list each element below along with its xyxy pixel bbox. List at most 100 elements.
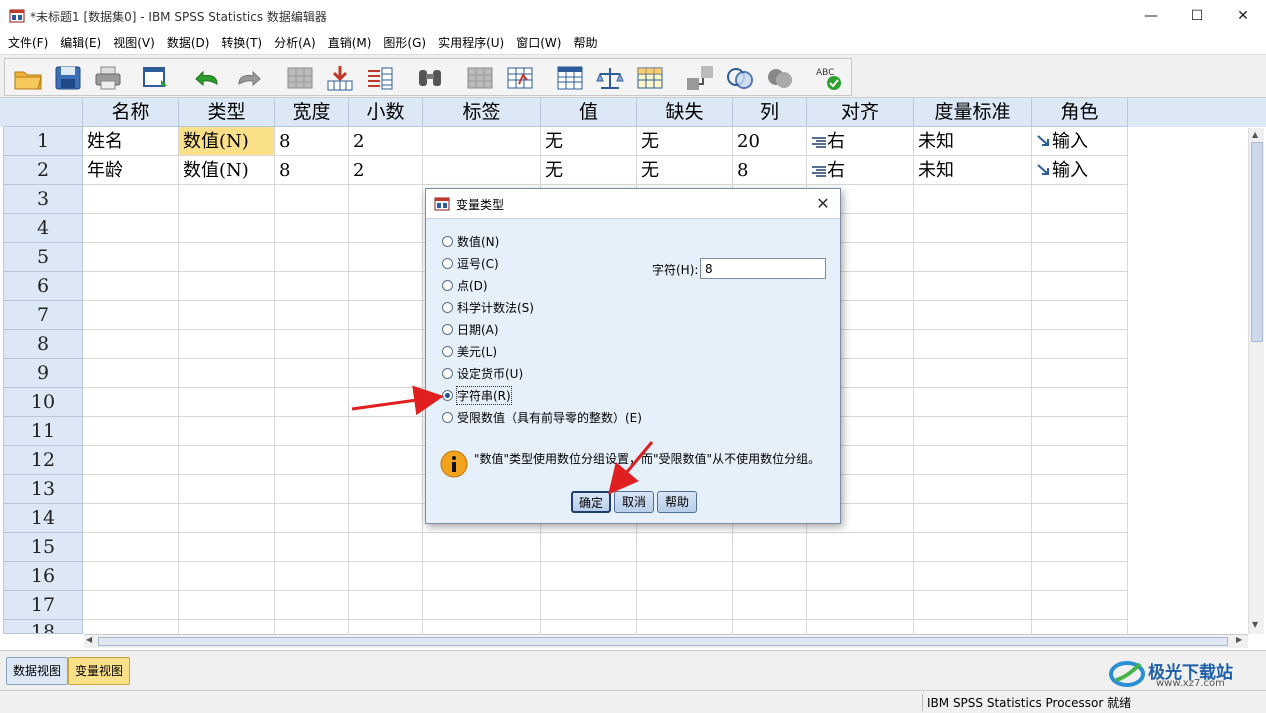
horizontal-scrollbar[interactable]: ◀ ▶ (84, 634, 1248, 648)
radio-circle[interactable] (442, 279, 453, 291)
dialog-close-button[interactable]: ✕ (812, 193, 834, 215)
radio-circle[interactable] (442, 367, 453, 379)
row-header[interactable]: 8 (3, 330, 83, 359)
redo-icon[interactable] (233, 64, 263, 92)
menu-graphs[interactable]: 图形(G) (377, 33, 432, 53)
radio-circle[interactable] (442, 235, 453, 247)
find-icon[interactable] (415, 64, 445, 92)
dialog-recall-icon[interactable] (141, 64, 171, 92)
row-header[interactable]: 2 (3, 156, 83, 185)
goto-case-icon[interactable] (285, 64, 315, 92)
cell-name[interactable]: 姓名 (83, 127, 179, 156)
row-header[interactable]: 13 (3, 475, 83, 504)
cell-type[interactable]: 数值(N) (179, 127, 275, 156)
vertical-scrollbar[interactable]: ▲ ▼ (1248, 128, 1264, 634)
close-window-button[interactable]: ✕ (1220, 0, 1266, 32)
cell-values[interactable]: 无 (541, 156, 637, 185)
column-header-align[interactable]: 对齐 (807, 98, 914, 127)
column-header-decimals[interactable]: 小数 (349, 98, 423, 127)
row-header[interactable]: 4 (3, 214, 83, 243)
maximize-button[interactable]: ☐ (1174, 0, 1220, 32)
scroll-left-icon[interactable]: ◀ (86, 635, 92, 644)
row-header[interactable]: 10 (3, 388, 83, 417)
cell-label[interactable] (423, 156, 541, 185)
cell-columns[interactable]: 8 (733, 156, 807, 185)
cell-type[interactable]: 数值(N) (179, 156, 275, 185)
radio-dot[interactable]: 点(D) (442, 276, 488, 294)
radio-circle[interactable] (442, 323, 453, 335)
goto-variable-icon[interactable] (325, 64, 355, 92)
cell-decimals[interactable]: 2 (349, 156, 423, 185)
radio-scientific[interactable]: 科学计数法(S) (442, 298, 534, 316)
cell-width[interactable]: 8 (275, 127, 349, 156)
menu-edit[interactable]: 编辑(E) (54, 33, 107, 53)
cell-measure[interactable]: 未知 (914, 156, 1032, 185)
ok-button[interactable]: 确定 (571, 491, 611, 513)
row-header[interactable]: 6 (3, 272, 83, 301)
row-header[interactable]: 18 (3, 620, 83, 634)
tab-data-view[interactable]: 数据视图 (6, 657, 69, 685)
row-header[interactable]: 9 (3, 359, 83, 388)
scroll-right-icon[interactable]: ▶ (1236, 635, 1242, 644)
variables-icon[interactable] (365, 64, 395, 92)
row-header[interactable]: 3 (3, 185, 83, 214)
column-header-width[interactable]: 宽度 (275, 98, 349, 127)
horizontal-scroll-thumb[interactable] (98, 637, 1228, 646)
select-cases-icon[interactable] (635, 64, 665, 92)
spell-check-icon[interactable]: ABC (813, 64, 843, 92)
menu-view[interactable]: 视图(V) (107, 33, 161, 53)
insert-variable-icon[interactable] (505, 64, 535, 92)
row-header[interactable]: 5 (3, 243, 83, 272)
radio-circle[interactable] (442, 411, 453, 423)
cancel-button[interactable]: 取消 (614, 491, 654, 513)
cell-columns[interactable]: 20 (733, 127, 807, 156)
vertical-scroll-thumb[interactable] (1251, 142, 1263, 342)
column-header-type[interactable]: 类型 (179, 98, 275, 127)
cell-width[interactable]: 8 (275, 156, 349, 185)
column-header-values[interactable]: 值 (541, 98, 637, 127)
row-header[interactable]: 14 (3, 504, 83, 533)
corner-cell[interactable] (3, 98, 83, 127)
row-header[interactable]: 16 (3, 562, 83, 591)
row-header[interactable]: 7 (3, 301, 83, 330)
cell-align[interactable]: 右 (807, 156, 914, 185)
show-all-variables-icon[interactable] (765, 64, 795, 92)
column-header-label[interactable]: 标签 (423, 98, 541, 127)
save-icon[interactable] (53, 64, 83, 92)
radio-custom-currency[interactable]: 设定货币(U) (442, 364, 523, 382)
use-sets-icon[interactable] (725, 64, 755, 92)
radio-numeric[interactable]: 数值(N) (442, 232, 499, 250)
cell-label[interactable] (423, 127, 541, 156)
cell-missing[interactable]: 无 (637, 156, 733, 185)
cell-missing[interactable]: 无 (637, 127, 733, 156)
cell-decimals[interactable]: 2 (349, 127, 423, 156)
undo-icon[interactable] (193, 64, 223, 92)
tab-variable-view[interactable]: 变量视图 (68, 657, 131, 685)
cell-role[interactable]: 输入 (1032, 127, 1128, 156)
row-header[interactable]: 1 (3, 127, 83, 156)
help-button[interactable]: 帮助 (657, 491, 697, 513)
row-header[interactable]: 15 (3, 533, 83, 562)
insert-cases-icon[interactable] (465, 64, 495, 92)
menu-help[interactable]: 帮助 (567, 33, 603, 53)
cell-align[interactable]: 右 (807, 127, 914, 156)
cell-role[interactable]: 输入 (1032, 156, 1128, 185)
menu-data[interactable]: 数据(D) (161, 33, 216, 53)
split-file-icon[interactable] (555, 64, 585, 92)
weight-cases-icon[interactable] (595, 64, 625, 92)
radio-circle[interactable] (442, 345, 453, 357)
scroll-down-icon[interactable]: ▼ (1252, 620, 1258, 629)
row-header[interactable]: 17 (3, 591, 83, 620)
cell-values[interactable]: 无 (541, 127, 637, 156)
cell-measure[interactable]: 未知 (914, 127, 1032, 156)
open-folder-icon[interactable] (13, 64, 43, 92)
radio-string[interactable]: 字符串(R) (442, 385, 512, 405)
menu-direct-marketing[interactable]: 直销(M) (322, 33, 378, 53)
radio-comma[interactable]: 逗号(C) (442, 254, 499, 272)
menu-file[interactable]: 文件(F) (2, 33, 54, 53)
column-header-missing[interactable]: 缺失 (637, 98, 733, 127)
row-header[interactable]: 11 (3, 417, 83, 446)
print-icon[interactable] (93, 64, 123, 92)
menu-transform[interactable]: 转换(T) (215, 33, 268, 53)
value-labels-icon[interactable] (685, 64, 715, 92)
